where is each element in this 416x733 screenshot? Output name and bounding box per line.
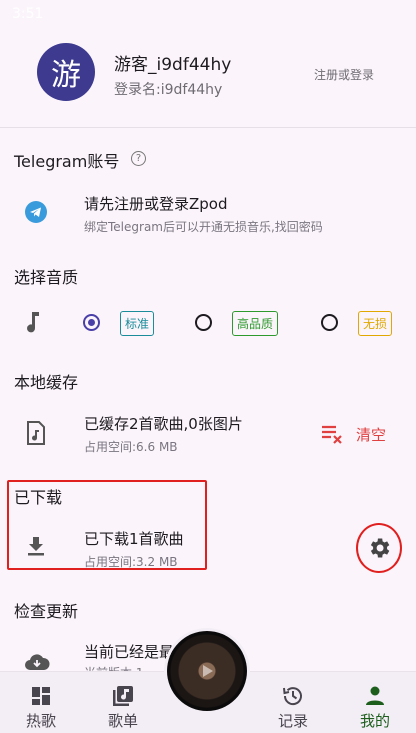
now-playing-disc[interactable] [167,631,247,711]
nav-playlists[interactable]: 歌单 [93,685,153,731]
quality-label-high: 高品质 [237,317,274,331]
status-bar: 3:51 [0,0,416,30]
grid-icon [30,685,52,707]
play-indicator-icon [203,665,213,677]
telegram-row-title[interactable]: 请先注册或登录Zpod [84,193,228,214]
update-section-title: 检查更新 [14,602,79,621]
telegram-section-title: Telegram账号 [14,152,120,171]
update-row-title[interactable]: 当前已经是最 [84,641,174,662]
nav-label-hot: 热歌 [25,712,56,730]
quality-badge-lossless[interactable]: 无损 [358,311,393,336]
nav-history[interactable]: 记录 [263,685,323,731]
telegram-row-subtitle: 绑定Telegram后可以开通无损音乐,找回密码 [84,220,323,234]
music-note-icon [23,310,43,334]
quality-label-standard: 标准 [125,317,150,331]
clear-cache-button[interactable]: 清空 [356,424,386,445]
avatar[interactable]: 游 [37,43,95,101]
quality-badge-standard[interactable]: 标准 [120,311,155,336]
nav-label-mine: 我的 [359,712,390,730]
nav-label-playlists: 歌单 [107,712,138,730]
register-login-link[interactable]: 注册或登录 [314,66,374,83]
divider [0,127,416,128]
annotation-highlight-circle [356,523,402,573]
quality-radio-high[interactable] [195,314,212,331]
annotation-highlight-box [7,480,207,570]
quality-radio-standard[interactable] [83,314,100,331]
playlist-icon [112,685,134,707]
cache-row-subtitle: 占用空间:6.6 MB [84,440,178,454]
cloud-download-icon [24,652,50,672]
username: 游客_i9df44hy [114,55,232,75]
history-icon [282,685,304,707]
telegram-icon [24,200,48,224]
login-name: 登录名:i9df44hy [114,82,223,98]
person-icon [364,685,386,707]
cache-row-title: 已缓存2首歌曲,0张图片 [84,415,243,433]
quality-radio-lossless[interactable] [321,314,338,331]
quality-badge-high[interactable]: 高品质 [232,311,279,336]
clear-list-icon[interactable] [320,424,344,444]
nav-label-history: 记录 [277,712,308,730]
help-icon[interactable]: ? [131,151,146,166]
nav-hot-songs[interactable]: 热歌 [11,685,71,731]
cache-section-title: 本地缓存 [14,373,79,392]
status-time: 3:51 [12,6,44,22]
quality-section-title: 选择音质 [14,268,79,287]
quality-label-lossless: 无损 [363,317,388,331]
nav-mine[interactable]: 我的 [345,685,405,731]
audio-file-icon [26,421,46,445]
